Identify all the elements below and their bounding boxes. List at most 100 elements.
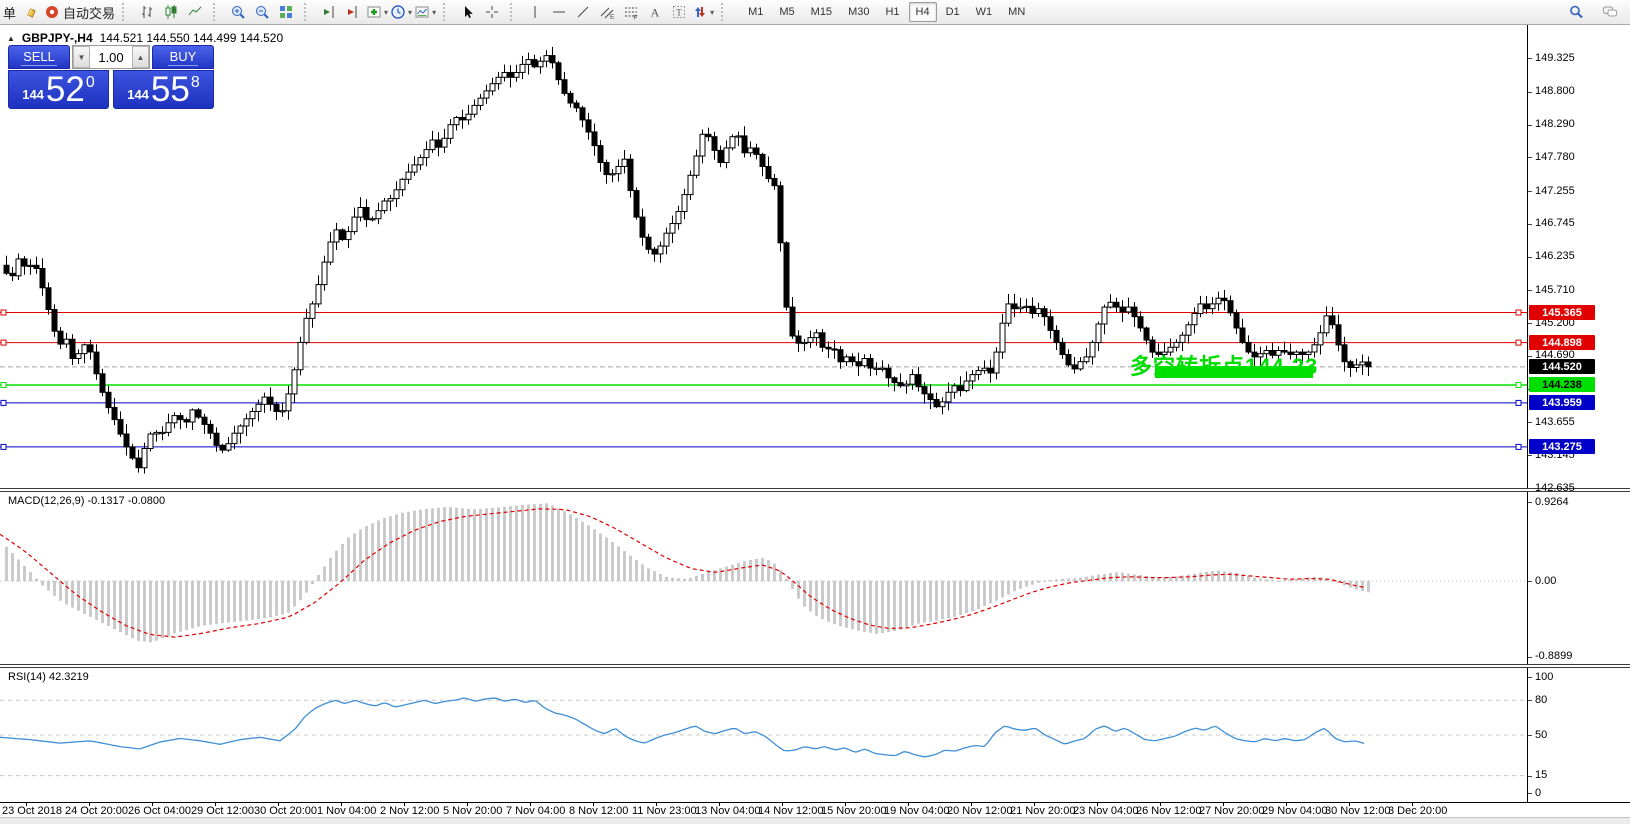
volume-decrease-button[interactable]: ▼: [73, 46, 90, 68]
price-tick-label: 145.710: [1535, 284, 1575, 296]
toolbar-separator: [122, 3, 131, 21]
dropdown-caret-icon[interactable]: ▾: [408, 8, 412, 17]
fibonacci-button[interactable]: F: [620, 2, 642, 22]
price-scale[interactable]: 149.325148.800148.290147.780147.255146.7…: [1528, 0, 1630, 824]
zoom-in-button[interactable]: [227, 2, 249, 22]
fibonacci-icon: F: [623, 4, 639, 20]
buy-button[interactable]: BUY: [152, 45, 214, 69]
line-handle[interactable]: [1, 444, 6, 449]
zoom-out-icon: [254, 4, 270, 20]
price-tick: [1528, 157, 1532, 158]
timeframe-m5[interactable]: M5: [772, 2, 801, 22]
line-handle[interactable]: [1, 400, 6, 405]
cursor-button[interactable]: [457, 2, 479, 22]
zoom-out-button[interactable]: [251, 2, 273, 22]
price-tick: [1528, 191, 1532, 192]
buy-button-label: BUY: [168, 49, 199, 66]
chart-shift-button[interactable]: [342, 2, 364, 22]
vertical-line-button[interactable]: [524, 2, 546, 22]
timeframe-d1[interactable]: D1: [939, 2, 967, 22]
volume-value[interactable]: 1.00: [90, 46, 132, 68]
dropdown-caret-icon[interactable]: ▾: [432, 8, 436, 17]
time-tick-label: 27 Nov 20:00: [1199, 805, 1264, 817]
line-handle[interactable]: [1, 340, 6, 345]
price-tick: [1528, 323, 1532, 324]
price-tick: [1528, 58, 1532, 59]
rsi-pane[interactable]: [0, 668, 1527, 802]
rsi-scale-label: 15: [1535, 769, 1547, 781]
gold-ingot-icon[interactable]: [20, 2, 42, 22]
timeframe-mn[interactable]: MN: [1001, 2, 1032, 22]
time-scale[interactable]: 23 Oct 201824 Oct 20:0026 Oct 04:0029 Oc…: [0, 803, 1527, 817]
time-tick-label: 11 Nov 23:00: [632, 805, 697, 817]
arrows-button[interactable]: ▾: [692, 2, 714, 22]
time-tick-label: 20 Nov 12:00: [947, 805, 1012, 817]
collapse-arrow-icon[interactable]: ▲: [7, 34, 15, 43]
indicators-button[interactable]: ▾: [366, 2, 388, 22]
price-tick-label: 146.745: [1535, 217, 1575, 229]
tile-windows-button[interactable]: [275, 2, 297, 22]
crosshair-button[interactable]: [481, 2, 503, 22]
time-tick-label: 13 Nov 04:00: [695, 805, 760, 817]
price-tick: [1528, 224, 1532, 225]
timeframe-m15[interactable]: M15: [804, 2, 839, 22]
main-chart-pane[interactable]: [0, 26, 1527, 488]
channel-icon: E: [599, 4, 615, 20]
dropdown-caret-icon[interactable]: ▾: [384, 8, 388, 17]
pane-separator[interactable]: [0, 664, 1630, 668]
text-button[interactable]: A: [644, 2, 666, 22]
time-tick-label: 26 Nov 12:00: [1136, 805, 1201, 817]
buy-price-display[interactable]: 144558: [113, 70, 214, 109]
svg-text:E: E: [610, 14, 615, 21]
auto-scroll-button[interactable]: [318, 2, 340, 22]
line-handle[interactable]: [1516, 400, 1521, 405]
label-button[interactable]: T: [668, 2, 690, 22]
macd-scale-tick: [1528, 502, 1532, 503]
timeframe-w1[interactable]: W1: [969, 2, 1000, 22]
price-level-label-143.275: 143.275: [1529, 439, 1595, 454]
timeframe-h4[interactable]: H4: [909, 2, 937, 22]
time-tick-label: 21 Nov 20:00: [1010, 805, 1075, 817]
rsi-indicator-label: RSI(14) 42.3219: [8, 671, 89, 683]
line-handle[interactable]: [1516, 444, 1521, 449]
clock-icon: [390, 4, 406, 20]
tile-windows-icon: [278, 4, 294, 20]
bar-chart-button[interactable]: [136, 2, 158, 22]
rsi-scale-label: 50: [1535, 729, 1547, 741]
line-handle[interactable]: [1516, 310, 1521, 315]
volume-increase-button[interactable]: ▲: [132, 46, 149, 68]
line-handle[interactable]: [1516, 340, 1521, 345]
autotrade-toggle[interactable]: 自动交易: [44, 2, 115, 22]
volume-stepper[interactable]: ▼ 1.00 ▲: [72, 45, 150, 69]
timeframe-m30[interactable]: M30: [841, 2, 876, 22]
macd-pane[interactable]: [0, 492, 1527, 664]
toolbar-separator: [510, 3, 519, 21]
line-chart-button[interactable]: [184, 2, 206, 22]
price-tick: [1528, 257, 1532, 258]
symbol-name: GBPJPY-,H4: [22, 31, 93, 45]
templates-button[interactable]: ▾: [414, 2, 436, 22]
line-handle[interactable]: [1, 383, 6, 388]
periods-button[interactable]: ▾: [390, 2, 412, 22]
horizontal-line-button[interactable]: [548, 2, 570, 22]
time-tick-label: 14 Nov 12:00: [758, 805, 823, 817]
line-handle[interactable]: [1516, 383, 1521, 388]
line-handle[interactable]: [1, 310, 6, 315]
timeframe-m1[interactable]: M1: [741, 2, 770, 22]
order-button[interactable]: 单: [0, 3, 19, 22]
pane-separator[interactable]: [0, 488, 1630, 492]
price-level-label-145.365: 145.365: [1529, 305, 1595, 320]
trendline-button[interactable]: [572, 2, 594, 22]
svg-text:T: T: [676, 8, 682, 18]
price-tick: [1528, 356, 1532, 357]
timeframe-h1[interactable]: H1: [878, 2, 906, 22]
rsi-scale-label: 80: [1535, 694, 1547, 706]
channel-button[interactable]: E: [596, 2, 618, 22]
macd-scale-label: 0.9264: [1535, 496, 1569, 508]
pivot-highlight-bar[interactable]: [1155, 366, 1313, 378]
dropdown-caret-icon[interactable]: ▾: [710, 8, 714, 17]
sell-button-label: SELL: [21, 49, 57, 66]
candlestick-chart-button[interactable]: [160, 2, 182, 22]
sell-button[interactable]: SELL: [8, 45, 70, 69]
sell-price-display[interactable]: 144520: [8, 70, 109, 109]
